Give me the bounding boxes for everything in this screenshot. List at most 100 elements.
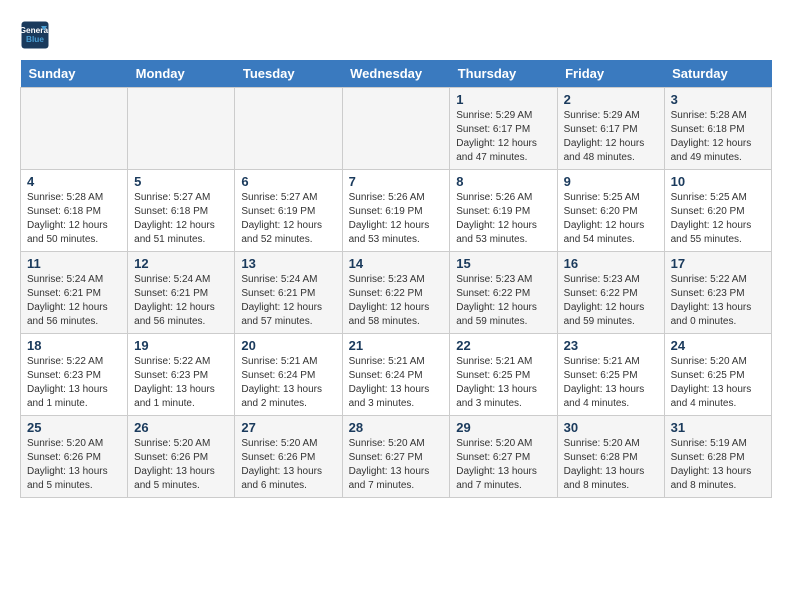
- day-info: Sunrise: 5:24 AM Sunset: 6:21 PM Dayligh…: [241, 273, 335, 329]
- day-number: 21: [349, 338, 444, 353]
- day-number: 8: [456, 174, 550, 189]
- day-info: Sunrise: 5:20 AM Sunset: 6:26 PM Dayligh…: [134, 437, 228, 493]
- day-info: Sunrise: 5:21 AM Sunset: 6:25 PM Dayligh…: [564, 355, 658, 411]
- page-header: General Blue: [20, 20, 772, 50]
- calendar-cell: 23 Sunrise: 5:21 AM Sunset: 6:25 PM Dayli…: [557, 334, 664, 416]
- day-number: 11: [27, 256, 121, 271]
- day-info: Sunrise: 5:27 AM Sunset: 6:19 PM Dayligh…: [241, 191, 335, 247]
- weekday-header-saturday: Saturday: [664, 60, 771, 88]
- calendar-cell: 13 Sunrise: 5:24 AM Sunset: 6:21 PM Dayli…: [235, 252, 342, 334]
- day-number: 27: [241, 420, 335, 435]
- calendar-cell: 20 Sunrise: 5:21 AM Sunset: 6:24 PM Dayli…: [235, 334, 342, 416]
- day-info: Sunrise: 5:28 AM Sunset: 6:18 PM Dayligh…: [27, 191, 121, 247]
- day-number: 20: [241, 338, 335, 353]
- calendar-cell: 17 Sunrise: 5:22 AM Sunset: 6:23 PM Dayli…: [664, 252, 771, 334]
- calendar-cell: [235, 88, 342, 170]
- calendar-cell: 25 Sunrise: 5:20 AM Sunset: 6:26 PM Dayli…: [21, 416, 128, 498]
- day-info: Sunrise: 5:22 AM Sunset: 6:23 PM Dayligh…: [671, 273, 765, 329]
- day-number: 24: [671, 338, 765, 353]
- day-number: 15: [456, 256, 550, 271]
- day-number: 6: [241, 174, 335, 189]
- calendar-cell: 9 Sunrise: 5:25 AM Sunset: 6:20 PM Daylig…: [557, 170, 664, 252]
- calendar-cell: 5Sunrise: 5:27 AM Sunset: 6:18 PM Daylig…: [128, 170, 235, 252]
- day-info: Sunrise: 5:25 AM Sunset: 6:20 PM Dayligh…: [564, 191, 658, 247]
- calendar-cell: [21, 88, 128, 170]
- weekday-header-friday: Friday: [557, 60, 664, 88]
- day-number: 23: [564, 338, 658, 353]
- day-number: 12: [134, 256, 228, 271]
- calendar-cell: 15Sunrise: 5:23 AM Sunset: 6:22 PM Dayli…: [450, 252, 557, 334]
- calendar-cell: 24Sunrise: 5:20 AM Sunset: 6:25 PM Dayli…: [664, 334, 771, 416]
- day-number: 10: [671, 174, 765, 189]
- calendar-week-row: 18 Sunrise: 5:22 AM Sunset: 6:23 PM Dayli…: [21, 334, 772, 416]
- day-info: Sunrise: 5:22 AM Sunset: 6:23 PM Dayligh…: [134, 355, 228, 411]
- day-info: Sunrise: 5:24 AM Sunset: 6:21 PM Dayligh…: [134, 273, 228, 329]
- day-info: Sunrise: 5:20 AM Sunset: 6:27 PM Dayligh…: [349, 437, 444, 493]
- calendar-cell: 12 Sunrise: 5:24 AM Sunset: 6:21 PM Dayli…: [128, 252, 235, 334]
- day-info: Sunrise: 5:27 AM Sunset: 6:18 PM Dayligh…: [134, 191, 228, 247]
- calendar-cell: [342, 88, 450, 170]
- calendar-cell: 14 Sunrise: 5:23 AM Sunset: 6:22 PM Dayli…: [342, 252, 450, 334]
- calendar-cell: 4 Sunrise: 5:28 AM Sunset: 6:18 PM Daylig…: [21, 170, 128, 252]
- calendar-cell: [128, 88, 235, 170]
- logo: General Blue: [20, 20, 50, 50]
- day-number: 1: [456, 92, 550, 107]
- calendar-week-row: 11 Sunrise: 5:24 AM Sunset: 6:21 PM Dayli…: [21, 252, 772, 334]
- calendar-cell: 7 Sunrise: 5:26 AM Sunset: 6:19 PM Daylig…: [342, 170, 450, 252]
- calendar-cell: 10 Sunrise: 5:25 AM Sunset: 6:20 PM Dayli…: [664, 170, 771, 252]
- calendar-cell: 30Sunrise: 5:20 AM Sunset: 6:28 PM Dayli…: [557, 416, 664, 498]
- day-number: 13: [241, 256, 335, 271]
- calendar-cell: 26 Sunrise: 5:20 AM Sunset: 6:26 PM Dayli…: [128, 416, 235, 498]
- day-number: 29: [456, 420, 550, 435]
- calendar-cell: 21 Sunrise: 5:21 AM Sunset: 6:24 PM Dayli…: [342, 334, 450, 416]
- calendar-table: SundayMondayTuesdayWednesdayThursdayFrid…: [20, 60, 772, 498]
- day-info: Sunrise: 5:21 AM Sunset: 6:25 PM Dayligh…: [456, 355, 550, 411]
- calendar-cell: 18 Sunrise: 5:22 AM Sunset: 6:23 PM Dayli…: [21, 334, 128, 416]
- day-info: Sunrise: 5:20 AM Sunset: 6:27 PM Dayligh…: [456, 437, 550, 493]
- calendar-cell: 27Sunrise: 5:20 AM Sunset: 6:26 PM Dayli…: [235, 416, 342, 498]
- day-number: 7: [349, 174, 444, 189]
- weekday-header-row: SundayMondayTuesdayWednesdayThursdayFrid…: [21, 60, 772, 88]
- day-number: 19: [134, 338, 228, 353]
- day-info: Sunrise: 5:23 AM Sunset: 6:22 PM Dayligh…: [349, 273, 444, 329]
- day-info: Sunrise: 5:29 AM Sunset: 6:17 PM Dayligh…: [564, 109, 658, 165]
- calendar-cell: 6 Sunrise: 5:27 AM Sunset: 6:19 PM Daylig…: [235, 170, 342, 252]
- day-info: Sunrise: 5:26 AM Sunset: 6:19 PM Dayligh…: [349, 191, 444, 247]
- day-info: Sunrise: 5:26 AM Sunset: 6:19 PM Dayligh…: [456, 191, 550, 247]
- day-number: 18: [27, 338, 121, 353]
- day-info: Sunrise: 5:24 AM Sunset: 6:21 PM Dayligh…: [27, 273, 121, 329]
- weekday-header-monday: Monday: [128, 60, 235, 88]
- day-info: Sunrise: 5:28 AM Sunset: 6:18 PM Dayligh…: [671, 109, 765, 165]
- day-info: Sunrise: 5:20 AM Sunset: 6:28 PM Dayligh…: [564, 437, 658, 493]
- day-number: 4: [27, 174, 121, 189]
- calendar-cell: 19 Sunrise: 5:22 AM Sunset: 6:23 PM Dayli…: [128, 334, 235, 416]
- calendar-cell: 29 Sunrise: 5:20 AM Sunset: 6:27 PM Dayli…: [450, 416, 557, 498]
- day-number: 17: [671, 256, 765, 271]
- day-number: 26: [134, 420, 228, 435]
- calendar-week-row: 25 Sunrise: 5:20 AM Sunset: 6:26 PM Dayli…: [21, 416, 772, 498]
- calendar-week-row: 4 Sunrise: 5:28 AM Sunset: 6:18 PM Daylig…: [21, 170, 772, 252]
- calendar-cell: 28 Sunrise: 5:20 AM Sunset: 6:27 PM Dayli…: [342, 416, 450, 498]
- svg-text:Blue: Blue: [26, 35, 44, 44]
- day-number: 9: [564, 174, 658, 189]
- calendar-cell: 22 Sunrise: 5:21 AM Sunset: 6:25 PM Dayli…: [450, 334, 557, 416]
- calendar-cell: 2Sunrise: 5:29 AM Sunset: 6:17 PM Daylig…: [557, 88, 664, 170]
- day-info: Sunrise: 5:19 AM Sunset: 6:28 PM Dayligh…: [671, 437, 765, 493]
- calendar-cell: 16 Sunrise: 5:23 AM Sunset: 6:22 PM Dayli…: [557, 252, 664, 334]
- calendar-cell: 11 Sunrise: 5:24 AM Sunset: 6:21 PM Dayli…: [21, 252, 128, 334]
- day-info: Sunrise: 5:21 AM Sunset: 6:24 PM Dayligh…: [241, 355, 335, 411]
- day-number: 16: [564, 256, 658, 271]
- day-info: Sunrise: 5:20 AM Sunset: 6:26 PM Dayligh…: [27, 437, 121, 493]
- weekday-header-thursday: Thursday: [450, 60, 557, 88]
- day-number: 3: [671, 92, 765, 107]
- day-info: Sunrise: 5:21 AM Sunset: 6:24 PM Dayligh…: [349, 355, 444, 411]
- day-number: 14: [349, 256, 444, 271]
- day-number: 22: [456, 338, 550, 353]
- day-info: Sunrise: 5:22 AM Sunset: 6:23 PM Dayligh…: [27, 355, 121, 411]
- day-number: 25: [27, 420, 121, 435]
- day-number: 31: [671, 420, 765, 435]
- day-info: Sunrise: 5:25 AM Sunset: 6:20 PM Dayligh…: [671, 191, 765, 247]
- day-info: Sunrise: 5:23 AM Sunset: 6:22 PM Dayligh…: [564, 273, 658, 329]
- logo-icon: General Blue: [20, 20, 50, 50]
- day-number: 28: [349, 420, 444, 435]
